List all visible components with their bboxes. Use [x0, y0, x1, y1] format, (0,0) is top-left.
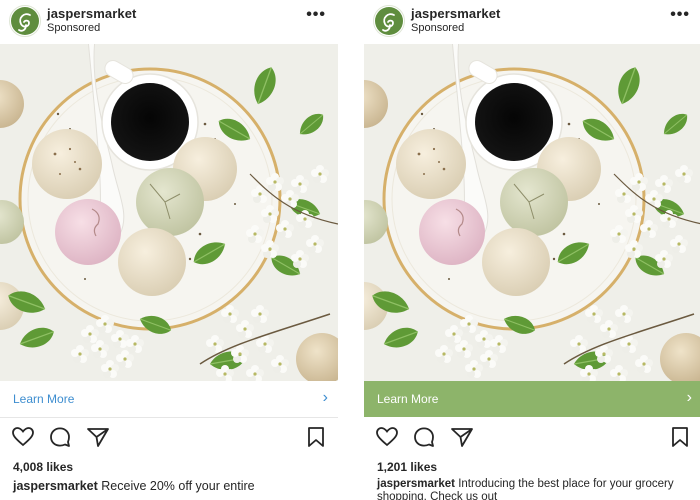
- caption: jaspersmarket Introducing the best place…: [377, 478, 697, 500]
- sponsored-post-b: jaspersmarket Sponsored ••• Learn More ›…: [364, 0, 700, 500]
- post-photo[interactable]: [364, 44, 700, 381]
- chevron-right-icon: ›: [322, 389, 328, 406]
- caption: jaspersmarket Receive 20% off your entir…: [13, 480, 333, 493]
- caption-text: Receive 20% off your entire: [101, 479, 255, 493]
- more-dots-icon[interactable]: •••: [306, 7, 326, 23]
- likes-count[interactable]: 1,201 likes: [377, 460, 437, 474]
- post-header: jaspersmarket Sponsored •••: [0, 0, 338, 43]
- cta-label: Learn More: [13, 392, 75, 406]
- share-icon[interactable]: [86, 425, 110, 454]
- username[interactable]: jaspersmarket: [411, 6, 500, 21]
- brand-logo-icon[interactable]: [9, 5, 41, 37]
- sponsored-label: Sponsored: [47, 22, 101, 34]
- chevron-right-icon: ›: [686, 389, 692, 406]
- heart-icon[interactable]: [375, 425, 399, 454]
- learn-more-button[interactable]: Learn More ›: [0, 381, 338, 418]
- sponsored-label: Sponsored: [411, 22, 465, 34]
- bookmark-icon[interactable]: [305, 425, 327, 454]
- share-icon[interactable]: [450, 425, 474, 454]
- comment-icon[interactable]: [412, 425, 436, 454]
- comment-icon[interactable]: [48, 425, 72, 454]
- caption-username[interactable]: jaspersmarket: [13, 479, 98, 493]
- action-bar: [0, 425, 338, 453]
- post-photo[interactable]: [0, 44, 338, 381]
- post-header: jaspersmarket Sponsored •••: [364, 0, 700, 43]
- caption-username[interactable]: jaspersmarket: [377, 478, 455, 490]
- bookmark-icon[interactable]: [669, 425, 691, 454]
- more-dots-icon[interactable]: •••: [670, 7, 690, 23]
- heart-icon[interactable]: [11, 425, 35, 454]
- learn-more-button[interactable]: Learn More ›: [364, 381, 700, 417]
- sponsored-post-a: jaspersmarket Sponsored ••• Learn More ›…: [0, 0, 338, 500]
- divider: [342, 0, 362, 500]
- username[interactable]: jaspersmarket: [47, 6, 136, 21]
- action-bar: [364, 425, 700, 453]
- brand-logo-icon[interactable]: [373, 5, 405, 37]
- cta-label: Learn More: [377, 392, 439, 406]
- likes-count[interactable]: 4,008 likes: [13, 460, 73, 474]
